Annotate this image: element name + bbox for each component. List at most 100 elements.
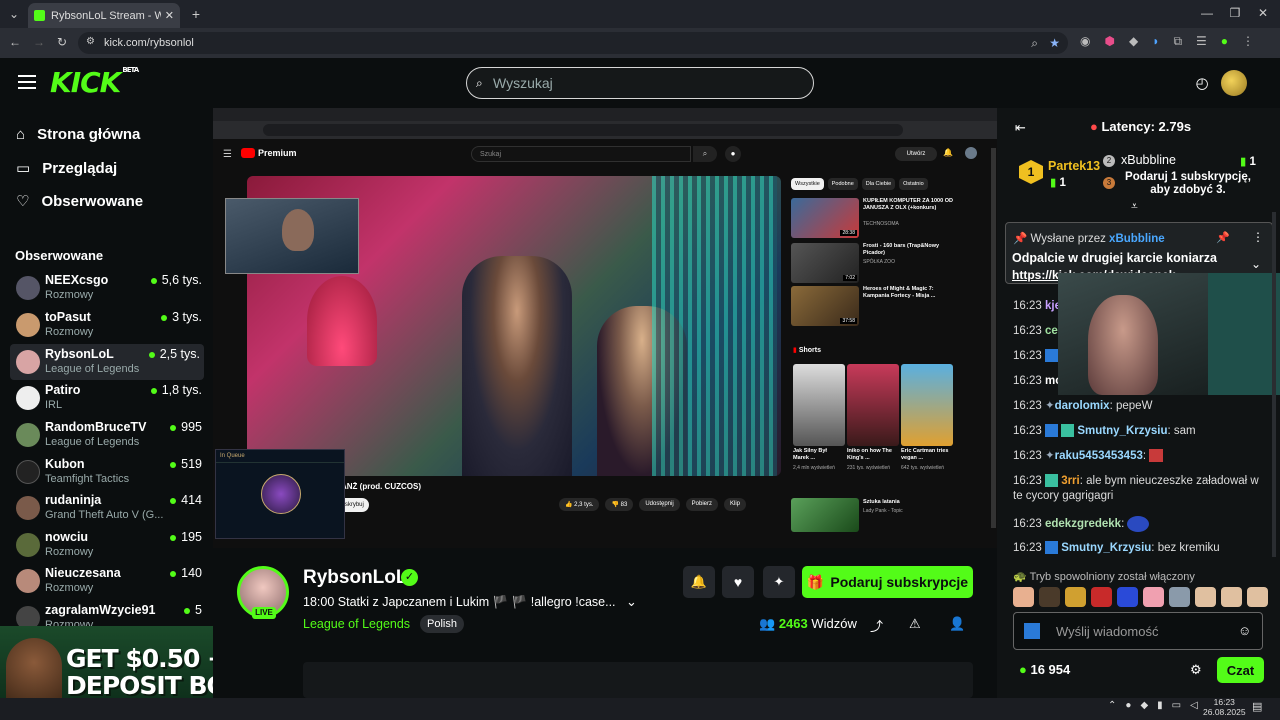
chip[interactable]: Dla Ciebie (861, 178, 896, 190)
emote-icon[interactable] (1247, 587, 1268, 607)
yt-rec[interactable]: 7:02 Frosti - 160 bars (Trap&Nowy Picado… (791, 243, 955, 285)
emote-icon[interactable] (1039, 587, 1060, 607)
chip[interactable]: Podobne (827, 178, 858, 190)
browser-tab-active[interactable]: RybsonLoL Stream - Watch Live ✕ (28, 3, 180, 28)
chat-settings-gear-icon[interactable]: ⚙ (1190, 662, 1202, 678)
followed-channel[interactable]: Nieuczesana Rozmowy 140 (14, 563, 206, 599)
extension-icon[interactable]: ◗ (1152, 34, 1159, 49)
chip[interactable]: Wszystkie (791, 178, 824, 190)
bookmark-star-icon[interactable]: ★ (1049, 36, 1060, 50)
back-icon[interactable]: ← (8, 35, 22, 49)
search-input[interactable]: ⌕ Wyszukaj (466, 67, 814, 99)
mic-icon[interactable]: ● (725, 146, 741, 162)
profile-icon[interactable]: ● (1221, 34, 1228, 49)
volume-icon[interactable]: ◁ (1190, 700, 1198, 711)
scrollbar[interactable] (991, 148, 996, 528)
followed-channel[interactable]: RandomBruceTV League of Legends 995 (14, 417, 206, 453)
close-window-icon[interactable]: ✕ (1256, 6, 1270, 20)
short-thumbnail[interactable] (901, 364, 953, 446)
msg-user[interactable]: raku5453453453 (1055, 450, 1143, 462)
network-icon[interactable]: ▭ (1172, 700, 1181, 711)
yt-rec[interactable]: 28:38 KUPIŁEM KOMPUTER ZA 1000 OD JANUSZ… (791, 198, 955, 240)
chip[interactable]: Ostatnio (899, 178, 928, 190)
menu-icon[interactable]: ⋮ (1242, 34, 1254, 49)
emote-icon[interactable] (1143, 587, 1164, 607)
top-gifter-name[interactable]: Partek13 (1048, 159, 1100, 173)
followed-channel[interactable]: toPasut Rozmowy 3 tys. (14, 307, 206, 343)
emote-icon[interactable] (1013, 587, 1034, 607)
hamburger-menu-icon[interactable] (18, 75, 36, 89)
language-tag[interactable]: Polish (420, 615, 464, 633)
pinned-options-icon[interactable]: ⋮ (1252, 230, 1264, 244)
yt-rec[interactable]: 37:58 Heroes of Might & Magic 7: Kampani… (791, 286, 955, 328)
emote-icon[interactable] (1221, 587, 1242, 607)
mic-icon[interactable]: ▮ (1157, 700, 1163, 711)
extension-icon[interactable]: ◆ (1129, 34, 1138, 49)
reading-list-icon[interactable]: ☰ (1196, 34, 1207, 49)
notifications-center-icon[interactable]: ▤ (1252, 700, 1262, 713)
emote-icon[interactable] (1169, 587, 1190, 607)
extension-icon[interactable]: ⬢ (1104, 34, 1114, 49)
stream-category-link[interactable]: League of Legends (303, 617, 410, 631)
nav-following[interactable]: ♡ Obserwowane (16, 192, 143, 211)
nav-home[interactable]: ⌂ Strona główna (16, 126, 140, 143)
dislike-button[interactable]: 👎 83 (605, 498, 634, 511)
short-thumbnail[interactable] (847, 364, 899, 446)
rewards-icon[interactable]: ◴ (1193, 74, 1211, 92)
followed-channel[interactable]: nowciu Rozmowy 195 (14, 527, 206, 563)
followed-channel[interactable]: Kubon Teamfight Tactics 519 (14, 454, 206, 490)
tray-icon[interactable]: ◆ (1140, 700, 1148, 711)
restore-icon[interactable]: ❐ (1228, 6, 1242, 20)
share-button[interactable]: Udostępnij (639, 498, 680, 511)
followed-channel[interactable]: Patiro IRL 1,8 tys. (14, 380, 206, 416)
gifter-name[interactable]: xBubbline (1121, 153, 1176, 167)
clip-button[interactable]: Klip (724, 498, 747, 511)
yt-create-button[interactable]: Utwórz (895, 147, 937, 161)
msg-user[interactable]: edekzgredekk (1045, 518, 1121, 530)
sparkle-icon[interactable]: ✦ (763, 566, 795, 598)
new-tab-icon[interactable]: + (188, 6, 204, 22)
emote-icon[interactable] (1117, 587, 1138, 607)
minimize-icon[interactable]: — (1200, 6, 1214, 20)
tray-icon[interactable]: ● (1125, 700, 1131, 711)
taskbar-clock[interactable]: 16:23 26.08.2025 (1203, 697, 1246, 717)
collapse-chat-icon[interactable]: ⇤ (1015, 120, 1026, 136)
puzzle-icon[interactable]: ⧉ (1173, 34, 1182, 49)
short-thumbnail[interactable] (793, 364, 845, 446)
extension-icon[interactable]: ◉ (1080, 34, 1090, 49)
emoji-picker-icon[interactable]: ☺ (1238, 623, 1251, 638)
close-tab-icon[interactable]: ✕ (165, 9, 174, 22)
send-chat-button[interactable]: Czat (1217, 657, 1264, 683)
msg-user[interactable]: Smutny_Krzysiu (1061, 542, 1151, 554)
msg-user[interactable]: darolomix (1055, 400, 1110, 412)
follow-heart-icon[interactable]: ♥ (722, 566, 754, 598)
yt-menu-icon[interactable]: ☰ (223, 149, 232, 160)
kick-logo[interactable]: KICK BETA (50, 66, 139, 99)
tray-chevron-icon[interactable]: ⌃ (1108, 700, 1116, 711)
followed-channel[interactable]: rudaninja Grand Theft Auto V (G... 414 (14, 490, 206, 526)
msg-user[interactable]: Smutny_Krzysiu (1077, 425, 1167, 437)
user-avatar[interactable] (1221, 70, 1247, 96)
followed-channel[interactable]: NEEXcsgo Rozmowy 5,6 tys. (14, 270, 206, 306)
notifications-icon[interactable]: 🔔 (943, 148, 953, 157)
video-player[interactable]: ☰ Premium Szukaj ⌕ ● Utwórz 🔔 ANŻ (prod.… (213, 108, 997, 548)
followed-channel-active[interactable]: RybsonLoL League of Legends 2,5 tys. (10, 344, 204, 380)
emote-icon[interactable] (1195, 587, 1216, 607)
chat-scrollbar[interactable] (1272, 212, 1276, 557)
pinned-by-user[interactable]: xBubbline (1109, 233, 1165, 245)
tab-list-icon[interactable]: ⌄ (6, 6, 22, 22)
gift-cta-text[interactable]: Podaruj 1 subskrypcję, aby zdobyć 3. (1122, 171, 1254, 197)
chevron-down-icon[interactable]: ⌄ (626, 594, 637, 610)
download-button[interactable]: Pobierz (685, 498, 719, 511)
rec-thumbnail[interactable] (791, 498, 859, 532)
like-button[interactable]: 👍 2,3 tys. (559, 498, 600, 511)
user-options-icon[interactable]: 👤 (949, 616, 965, 632)
notification-bell-icon[interactable]: 🔔 (683, 566, 715, 598)
chat-input[interactable]: Wyślij wiadomość ☺ (1013, 612, 1263, 650)
yt-search-input[interactable]: Szukaj (471, 146, 691, 162)
unpin-icon[interactable]: 📌 (1216, 231, 1230, 244)
forward-icon[interactable]: → (32, 35, 46, 49)
msg-user[interactable]: 3rri (1061, 475, 1080, 487)
report-icon[interactable]: ⚠ (909, 616, 921, 632)
reload-icon[interactable]: ↻ (55, 35, 69, 49)
